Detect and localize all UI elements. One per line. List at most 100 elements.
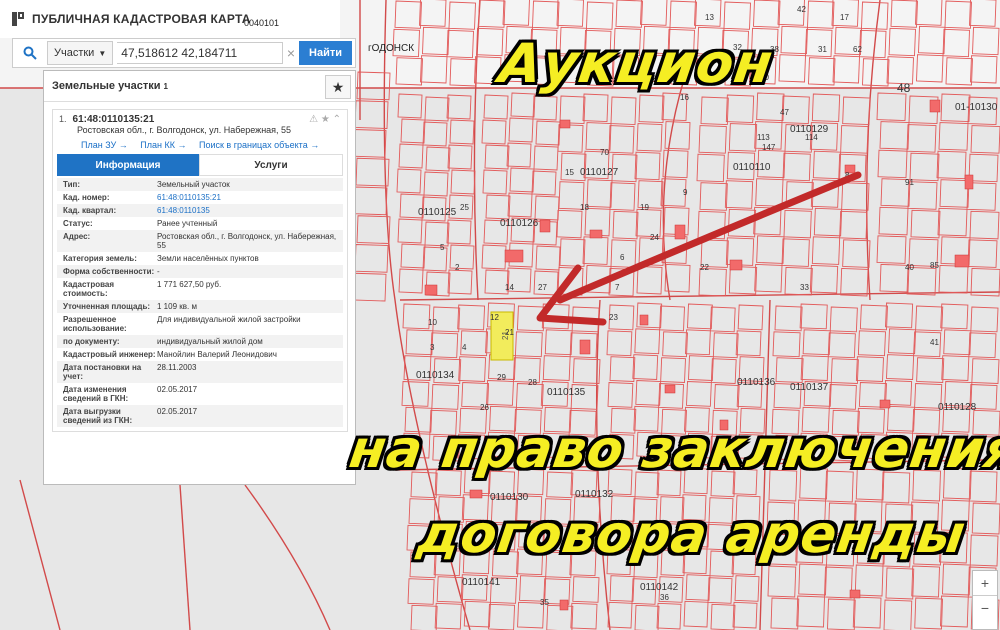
parcel-label: 17 [840,13,849,22]
card-address: Ростовская обл., г. Волгодонск, ул. Набе… [77,125,292,135]
quarter-label: 01-10130 [955,102,998,113]
quarter-label: 0110110 [733,162,771,173]
chevron-down-icon: ▼ [98,48,107,58]
overlay-title: Аукцион [495,32,778,95]
info-value: Ранее учтенный [157,219,218,228]
parcel-label: 85 [930,261,939,270]
city-label: гОДОНСК [368,43,415,54]
star-icon[interactable]: ★ [325,75,351,99]
info-key: Дата выгрузки сведений из ГКН: [63,407,133,425]
info-key: Категория земель: [63,254,137,263]
info-value: Для индивидуальной жилой застройки [157,315,301,324]
info-value: индивидуальный жилой дом [157,337,263,346]
tab-info[interactable]: Информация [57,154,199,176]
parcel-label: 2 [455,263,460,272]
parcel-label: 24 [650,233,659,242]
parcel-label: 21 [505,328,514,337]
info-value: Манойлин Валерий Леонидович [157,350,277,359]
card-links: План ЗУ → План КК → Поиск в границах объ… [81,140,347,150]
info-row: Категория земель: Земли населённых пункто… [57,252,343,265]
info-table: Тип: Земельный участок Кад. номер: 61:48:01… [57,178,343,427]
card-head[interactable]: 1. 61:48:0110135:21 Ростовская обл., г. В… [53,110,347,137]
parcel-label: 41 [930,338,939,347]
info-value: Земельный участок [157,180,230,189]
clear-icon[interactable]: × [283,45,299,61]
zoom-out-icon[interactable]: − [973,596,997,620]
parcel-label: 10 [428,318,437,327]
info-key: Форма собственности: [63,267,155,276]
info-value: - [157,267,160,276]
info-value[interactable]: 61:48:0110135 [157,206,343,215]
parcel-label: 27 [538,283,547,292]
parcel-label: 3 [430,343,435,352]
info-key: Кад. номер: [63,193,110,202]
info-row: Статус: Ранее учтенный [57,217,343,230]
parcel-label: 4 [462,343,467,352]
search-type-label: Участки [54,47,95,59]
parcel-label: 14 [505,283,514,292]
search-bar: Участки▼ × Найти [12,38,356,68]
info-key: Кадастровый инженер: [63,350,156,359]
info-row: Уточненная площадь: 1 109 кв. м [57,300,343,313]
info-row: Кад. номер: 61:48:0110135:21 [57,191,343,204]
parcel-label: 47 [780,108,789,117]
quarter-label: 0110135 [547,387,586,398]
link-plan-kk[interactable]: План КК → [140,140,186,150]
zoom-in-icon[interactable]: + [973,571,997,596]
zoom-control: + − [972,570,998,630]
card-tools-icon[interactable]: ⚠ ★ ⌃ [309,114,341,125]
info-row: Форма собственности: - [57,265,343,278]
quarter-label: 0110136 [737,377,776,388]
parcel-label: 40 [905,263,914,272]
link-plan-zu[interactable]: План ЗУ → [81,140,128,150]
info-key: Уточненная площадь: [63,302,151,311]
info-value: 02.05.2017 [157,385,198,394]
quarter-label: 0110142 [640,582,679,593]
info-key: Дата изменения сведений в ГКН: [63,385,129,403]
overlay-line-2: на право заключения [345,420,1000,480]
parcel-label: 5 [440,243,445,252]
parcel-label: 6 [620,253,625,262]
parcel-label: 147 [762,143,776,152]
parcel-label: 48 [897,81,911,95]
quarter-label: 0110137 [790,382,829,393]
link-search-bounds[interactable]: Поиск в границах объекта → [199,140,319,150]
parcel-label: 22 [700,263,709,272]
info-value: 28.11.2003 [157,363,197,372]
parcel-label: 28 [528,378,537,387]
tab-services[interactable]: Услуги [199,154,343,176]
info-key: Кадастровая стоимость: [63,280,115,298]
panel-heading: Земельные участки 1 [44,71,355,102]
app-title: ПУБЛИЧНАЯ КАДАСТРОВАЯ КАРТА [32,12,251,26]
quarter-label: 0110125 [418,207,457,218]
quarter-label-top: 0040101 [244,18,280,28]
search-icon[interactable] [13,39,47,67]
parcel-label: 33 [800,283,809,292]
quarter-label: 0110126 [500,218,539,229]
parcel-label: 13 [705,13,714,22]
parcel-label: 70 [600,148,609,157]
quarter-label: 0110128 [938,402,977,413]
info-row: Кадастровый инженер: Манойлин Валерий Лео… [57,348,343,361]
card-index: 1. [59,114,67,124]
quarter-label: 0110134 [416,370,455,381]
info-row: Адрес: Ростовская обл., г. Волгодонск, ул… [57,230,343,252]
search-input[interactable] [117,42,284,64]
parcel-label: 7 [615,283,620,292]
find-button[interactable]: Найти [299,41,352,65]
app-header: ПУБЛИЧНАЯ КАДАСТРОВАЯ КАРТА [0,0,340,38]
info-row: Дата выгрузки сведений из ГКН: 02.05.2017 [57,405,343,427]
info-value[interactable]: 61:48:0110135:21 [157,193,343,202]
parcel-label: 15 [565,168,574,177]
info-row: Разрешенное использование: Для индивидуал… [57,313,343,335]
info-row: Кадастровая стоимость: 1 771 627,50 руб. [57,278,343,300]
quarter-label: 0110130 [490,492,529,503]
info-row: Кад. квартал: 61:48:0110135 [57,204,343,217]
parcel-label: 23 [609,313,618,322]
search-type-select[interactable]: Участки ▼ [47,41,114,65]
info-row: Тип: Земельный участок [57,178,343,191]
parcel-label: 42 [797,5,806,14]
info-row: по документу: индивидуальный жилой дом [57,335,343,348]
parcel-label: 62 [853,45,862,54]
info-value: 1 771 627,50 руб. [157,280,222,289]
